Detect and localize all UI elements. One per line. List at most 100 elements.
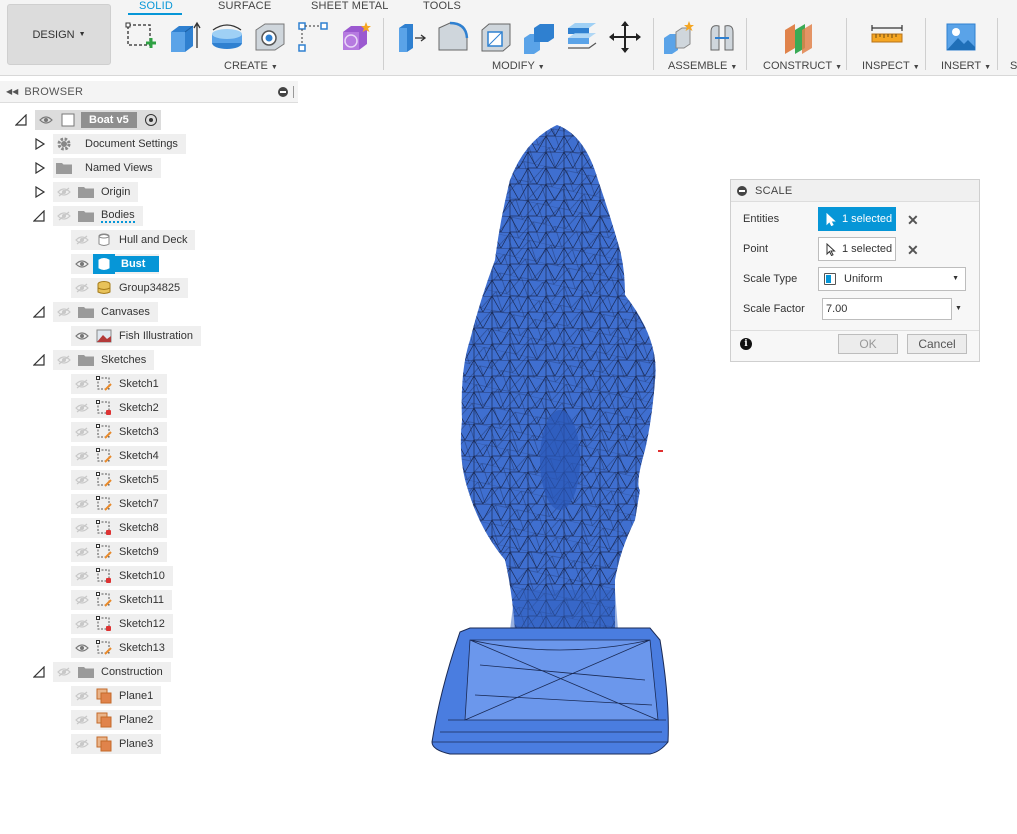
tree-row-sketch[interactable]: Sketch4 xyxy=(71,446,167,466)
tree-row-origin[interactable]: Origin xyxy=(53,182,139,202)
tree-row-sketch[interactable]: Sketch8 xyxy=(71,518,167,538)
visibility-eye-off-icon[interactable] xyxy=(71,566,93,586)
create-form-icon[interactable] xyxy=(339,20,373,54)
tree-row-sketches[interactable]: Sketches xyxy=(53,350,155,370)
bust-mesh-model[interactable] xyxy=(420,120,680,760)
insert-menu[interactable]: INSERT ▼ xyxy=(941,60,991,72)
tree-row-plane[interactable]: Plane3 xyxy=(71,734,162,754)
visibility-eye-off-icon[interactable] xyxy=(71,614,93,634)
visibility-eye-off-icon[interactable] xyxy=(71,446,93,466)
visibility-eye-off-icon[interactable] xyxy=(53,206,75,226)
visibility-eye-off-icon[interactable] xyxy=(71,230,93,250)
tree-row-construction[interactable]: Construction xyxy=(53,662,171,682)
tree-row-bodies[interactable]: Bodies xyxy=(53,206,143,226)
tree-row-root[interactable]: Boat v5 xyxy=(35,110,161,130)
tree-row-group[interactable]: Group34825 xyxy=(71,278,189,298)
visibility-eye-off-icon[interactable] xyxy=(71,518,93,538)
new-component-icon[interactable] xyxy=(662,20,696,54)
info-icon[interactable]: i xyxy=(740,338,752,350)
insert-image-icon[interactable] xyxy=(944,20,978,54)
collapse-toggle-icon[interactable] xyxy=(33,306,45,318)
visibility-eye-off-icon[interactable] xyxy=(71,494,93,514)
minimize-icon[interactable] xyxy=(278,87,288,97)
tree-row-bust[interactable]: Bust xyxy=(71,254,160,274)
tree-row-named-views[interactable]: Named Views xyxy=(53,158,161,178)
offset-plane-icon[interactable] xyxy=(781,20,815,54)
visibility-eye-off-icon[interactable] xyxy=(71,374,93,394)
construct-menu[interactable]: CONSTRUCT ▼ xyxy=(763,60,842,72)
visibility-eye-icon[interactable] xyxy=(71,326,93,346)
tree-row-sketch[interactable]: Sketch13 xyxy=(71,638,173,658)
tree-row-sketch[interactable]: Sketch11 xyxy=(71,590,173,610)
collapse-dialog-icon[interactable] xyxy=(737,185,747,196)
collapse-toggle-icon[interactable] xyxy=(33,354,45,366)
expand-toggle-icon[interactable] xyxy=(34,162,46,174)
inspect-menu[interactable]: INSPECT ▼ xyxy=(862,60,920,72)
ok-button[interactable]: OK xyxy=(838,334,898,354)
tree-row-sketch[interactable]: Sketch1 xyxy=(71,374,167,394)
collapse-browser-icon[interactable]: ◀◀ xyxy=(6,87,18,96)
workspace-switcher-button[interactable]: DESIGN ▼ xyxy=(7,4,111,65)
scale-factor-input[interactable]: 7.00 xyxy=(822,298,952,320)
tab-sheet-metal[interactable]: SHEET METAL xyxy=(311,0,389,14)
fillet-icon[interactable] xyxy=(436,20,470,54)
tree-row-sketch[interactable]: Sketch10 xyxy=(71,566,173,586)
joint-icon[interactable] xyxy=(705,20,739,54)
tree-row-document-settings[interactable]: Document Settings xyxy=(53,134,186,154)
visibility-eye-off-icon[interactable] xyxy=(71,710,93,730)
create-sketch-icon[interactable] xyxy=(124,20,158,54)
visibility-eye-off-icon[interactable] xyxy=(71,422,93,442)
extrude-icon[interactable] xyxy=(167,20,201,54)
combine-icon[interactable] xyxy=(522,20,556,54)
tree-row-plane[interactable]: Plane1 xyxy=(71,686,162,706)
visibility-eye-icon[interactable] xyxy=(71,638,93,658)
tree-row-hull-and-deck[interactable]: Hull and Deck xyxy=(71,230,196,250)
visibility-eye-off-icon[interactable] xyxy=(71,734,93,754)
visibility-eye-icon[interactable] xyxy=(35,110,57,130)
expand-toggle-icon[interactable] xyxy=(34,186,46,198)
visibility-eye-off-icon[interactable] xyxy=(71,278,93,298)
visibility-eye-off-icon[interactable] xyxy=(53,182,75,202)
collapse-toggle-icon[interactable] xyxy=(33,210,45,222)
scale-type-select[interactable]: Uniform ▼ xyxy=(818,267,966,291)
visibility-eye-off-icon[interactable] xyxy=(53,662,75,682)
tab-surface[interactable]: SURFACE xyxy=(218,0,271,14)
visibility-eye-off-icon[interactable] xyxy=(71,590,93,610)
tree-row-sketch[interactable]: Sketch12 xyxy=(71,614,173,634)
chevron-down-icon[interactable]: ▼ xyxy=(955,305,962,312)
visibility-eye-icon[interactable] xyxy=(71,254,93,274)
visibility-eye-off-icon[interactable] xyxy=(53,350,75,370)
tree-row-canvases[interactable]: Canvases xyxy=(53,302,158,322)
entities-selection-button[interactable]: 1 selected xyxy=(818,207,896,231)
select-menu[interactable]: S xyxy=(1010,60,1017,72)
expand-toggle-icon[interactable] xyxy=(34,138,46,150)
press-pull-icon[interactable] xyxy=(393,20,427,54)
tree-row-sketch[interactable]: Sketch9 xyxy=(71,542,167,562)
replace-face-icon[interactable] xyxy=(565,20,599,54)
visibility-eye-off-icon[interactable] xyxy=(71,542,93,562)
pin-icon[interactable] xyxy=(293,86,294,98)
clear-entities-close-icon[interactable]: ✕ xyxy=(907,212,919,229)
collapse-toggle-icon[interactable] xyxy=(33,666,45,678)
create-menu[interactable]: CREATE ▼ xyxy=(224,60,278,72)
tab-tools[interactable]: TOOLS xyxy=(423,0,461,14)
tree-row-sketch[interactable]: Sketch5 xyxy=(71,470,167,490)
pattern-icon[interactable] xyxy=(296,20,330,54)
collapse-toggle-icon[interactable] xyxy=(15,114,27,126)
cancel-button[interactable]: Cancel xyxy=(907,334,967,354)
move-icon[interactable] xyxy=(608,20,642,54)
tab-solid[interactable]: SOLID xyxy=(139,0,173,14)
tree-row-fish-illustration[interactable]: Fish Illustration xyxy=(71,326,201,346)
tree-row-sketch[interactable]: Sketch2 xyxy=(71,398,167,418)
visibility-eye-off-icon[interactable] xyxy=(71,470,93,490)
assemble-menu[interactable]: ASSEMBLE ▼ xyxy=(668,60,737,72)
tree-row-plane[interactable]: Plane2 xyxy=(71,710,162,730)
activate-radio-icon[interactable] xyxy=(144,114,157,126)
visibility-eye-off-icon[interactable] xyxy=(71,686,93,706)
revolve-icon[interactable] xyxy=(210,20,244,54)
tree-row-sketch[interactable]: Sketch7 xyxy=(71,494,167,514)
clear-point-close-icon[interactable]: ✕ xyxy=(907,242,919,259)
point-selection-button[interactable]: 1 selected xyxy=(818,237,896,261)
visibility-eye-off-icon[interactable] xyxy=(71,398,93,418)
visibility-eye-off-icon[interactable] xyxy=(53,302,75,322)
